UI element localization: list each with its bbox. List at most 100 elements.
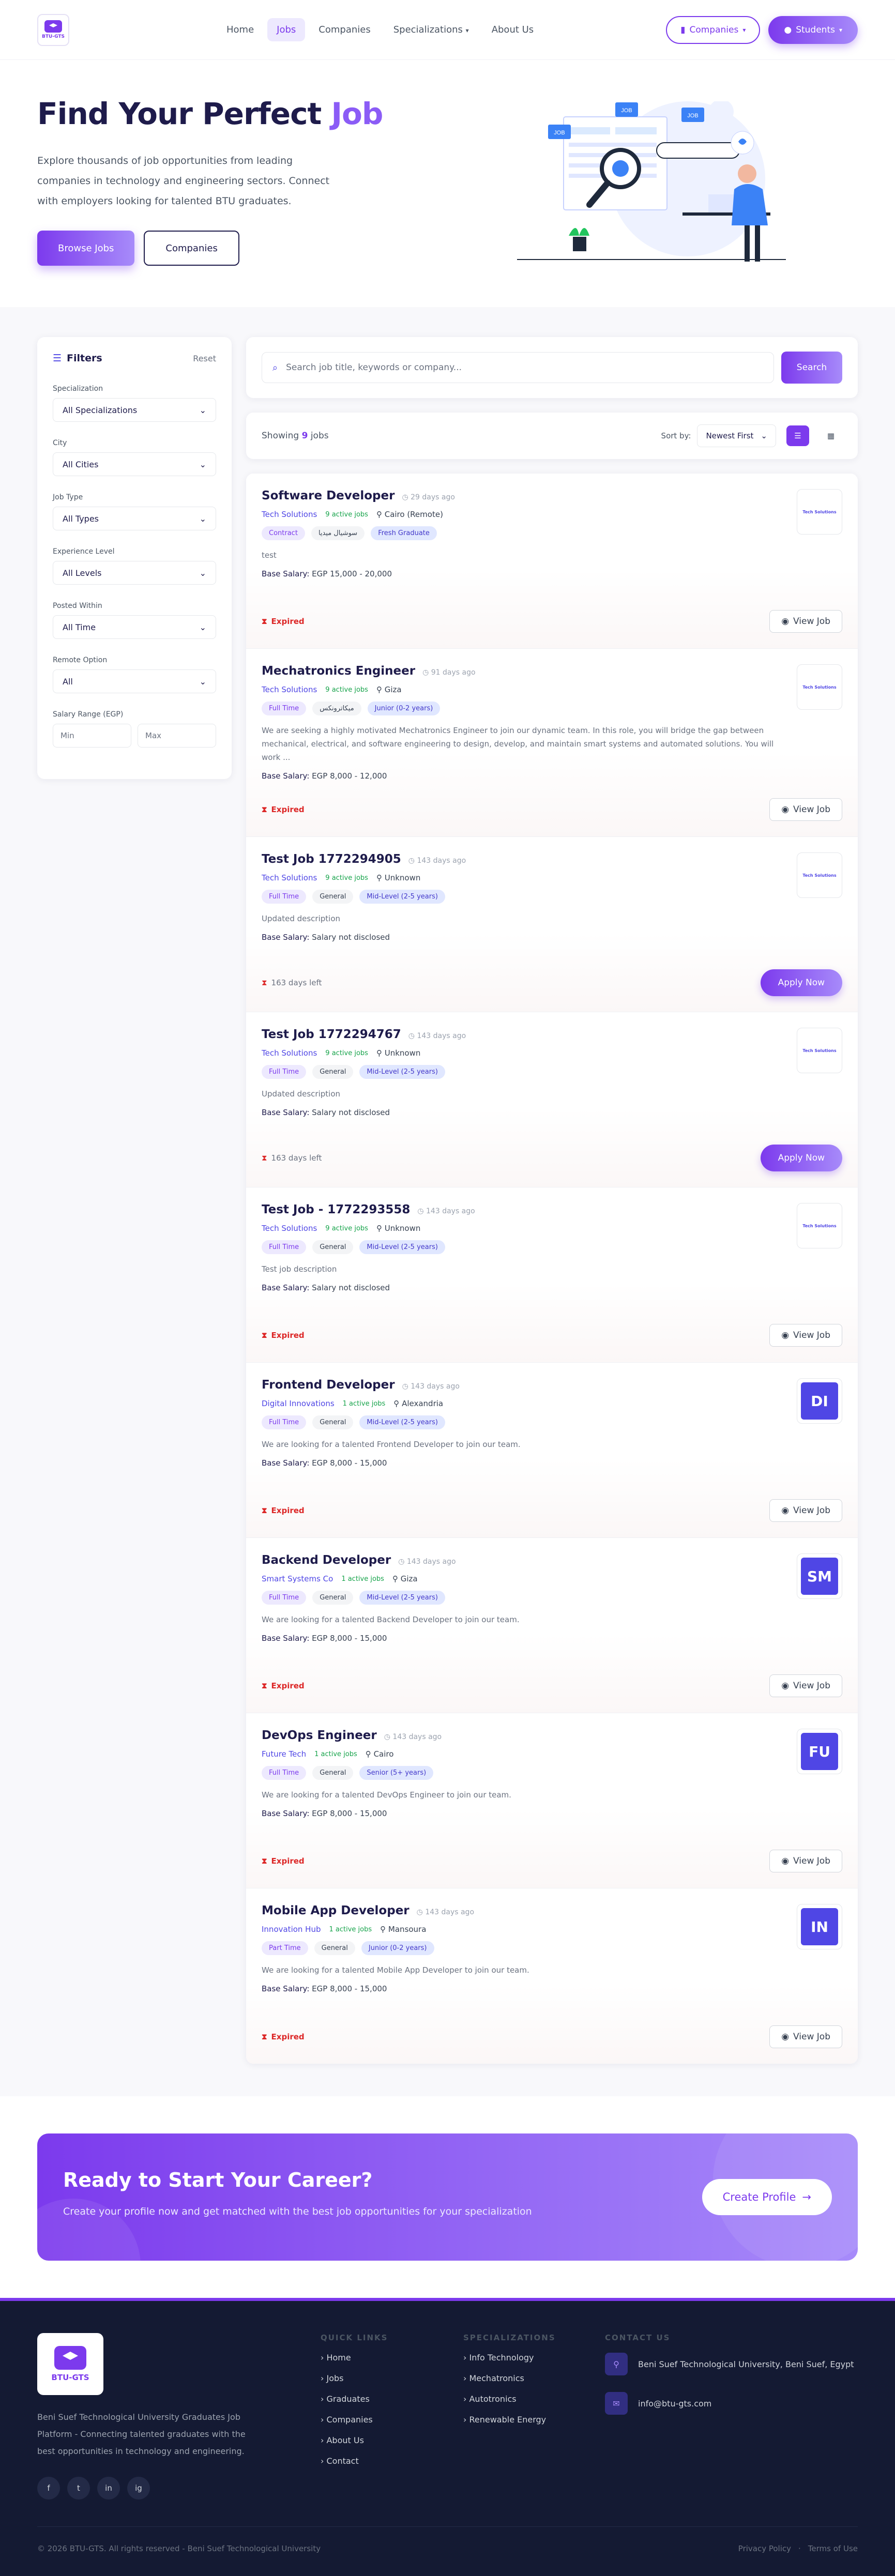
job-card[interactable]: Software Developer ◷ 29 days ago Tech Sol…: [246, 474, 858, 649]
create-profile-button[interactable]: Create Profile →: [702, 2179, 832, 2215]
search-button[interactable]: Search: [781, 352, 842, 384]
job-title[interactable]: Mechatronics Engineer: [262, 664, 415, 678]
job-tag-label-1: JOB: [554, 130, 565, 136]
experience-select[interactable]: All Levels ⌄: [53, 561, 216, 585]
job-title[interactable]: Test Job 1772294767: [262, 1028, 401, 1041]
job-title[interactable]: Software Developer: [262, 489, 395, 502]
footer-email[interactable]: info@btu-gts.com: [638, 2399, 711, 2409]
footer-link-companies[interactable]: › Companies: [321, 2415, 388, 2425]
job-status: ⧗ Expired: [262, 617, 305, 626]
companies-menu-button[interactable]: ▮ Companies ▾: [666, 16, 761, 44]
job-title[interactable]: Test Job - 1772293558: [262, 1203, 410, 1216]
footer-logo[interactable]: BTU-GTS: [37, 2333, 103, 2395]
company-initials: SM: [801, 1558, 838, 1595]
nav-link-home[interactable]: Home: [217, 18, 263, 41]
eye-icon: ◉: [781, 2032, 790, 2042]
apply-now-button[interactable]: Apply Now: [760, 969, 842, 996]
job-card[interactable]: DevOps Engineer ◷ 143 days ago Future Tec…: [246, 1713, 858, 1888]
filters-reset-button[interactable]: Reset: [193, 354, 216, 363]
eye-icon: ◉: [781, 804, 790, 815]
footer-spec-it[interactable]: › Info Technology: [463, 2353, 556, 2362]
job-type-select[interactable]: All Types ⌄: [53, 507, 216, 530]
hourglass-icon: ⧗: [262, 1506, 267, 1515]
linkedin-icon[interactable]: in: [97, 2477, 120, 2499]
job-company[interactable]: Innovation Hub: [262, 1925, 321, 1934]
view-job-button[interactable]: ◉ View Job: [769, 2025, 842, 2048]
job-company[interactable]: Tech Solutions: [262, 1224, 317, 1233]
view-job-button[interactable]: ◉ View Job: [769, 1499, 842, 1522]
job-title[interactable]: DevOps Engineer: [262, 1729, 377, 1742]
job-title[interactable]: Test Job 1772294905: [262, 852, 401, 866]
city-select[interactable]: All Cities ⌄: [53, 452, 216, 476]
grid-view-button[interactable]: ▦: [820, 425, 842, 446]
job-card[interactable]: Mechatronics Engineer ◷ 91 days ago Tech …: [246, 649, 858, 837]
salary-max-input[interactable]: Max: [138, 724, 216, 748]
terms-of-use-link[interactable]: Terms of Use: [808, 2544, 858, 2553]
filters-heading: ☰ Filters: [53, 353, 102, 364]
job-company[interactable]: Tech Solutions: [262, 1048, 317, 1058]
instagram-icon[interactable]: ig: [127, 2477, 150, 2499]
footer-link-graduates[interactable]: › Graduates: [321, 2394, 388, 2404]
footer-spec-autotronics[interactable]: › Autotronics: [463, 2394, 556, 2404]
salary-min-input[interactable]: Min: [53, 724, 131, 748]
job-status-text: 163 days left: [271, 978, 322, 987]
list-view-button[interactable]: ☰: [786, 425, 809, 446]
privacy-policy-link[interactable]: Privacy Policy: [738, 2544, 791, 2553]
company-logo: Tech Solutions: [797, 1028, 842, 1073]
job-title[interactable]: Frontend Developer: [262, 1378, 395, 1392]
nav-link-specializations[interactable]: Specializations ▾: [384, 18, 478, 41]
footer-link-home[interactable]: › Home: [321, 2353, 388, 2362]
job-card[interactable]: Test Job 1772294905 ◷ 143 days ago Tech S…: [246, 837, 858, 1012]
job-card[interactable]: Frontend Developer ◷ 143 days ago Digital…: [246, 1363, 858, 1538]
hourglass-icon: ⧗: [262, 805, 267, 814]
site-logo[interactable]: BTU-GTS: [37, 13, 69, 46]
job-type-tag: Full Time: [262, 1766, 307, 1780]
logo-text: BTU-GTS: [42, 34, 65, 39]
job-title[interactable]: Backend Developer: [262, 1553, 391, 1567]
job-company[interactable]: Digital Innovations: [262, 1399, 335, 1408]
nav-link-jobs[interactable]: Jobs: [267, 18, 306, 41]
job-level-tag: Senior (5+ years): [359, 1766, 434, 1780]
job-company[interactable]: Future Tech: [262, 1749, 306, 1759]
job-salary: Base Salary: EGP 8,000 - 15,000: [262, 1634, 842, 1643]
view-job-button[interactable]: ◉ View Job: [769, 610, 842, 633]
job-card[interactable]: Backend Developer ◷ 143 days ago Smart Sy…: [246, 1538, 858, 1713]
job-card[interactable]: Mobile App Developer ◷ 143 days ago Innov…: [246, 1888, 858, 2064]
salary-value: EGP 8,000 - 15,000: [312, 1458, 387, 1468]
students-menu-button[interactable]: ● Students ▾: [768, 16, 858, 44]
view-job-button[interactable]: ◉ View Job: [769, 1850, 842, 1872]
job-category-tag: General: [312, 1065, 354, 1079]
view-job-button[interactable]: ◉ View Job: [769, 1324, 842, 1347]
company-initials: FU: [801, 1733, 838, 1770]
footer-link-jobs[interactable]: › Jobs: [321, 2373, 388, 2383]
building-icon: ▮: [680, 24, 686, 35]
nav-link-companies[interactable]: Companies: [309, 18, 380, 41]
view-job-button[interactable]: ◉ View Job: [769, 1674, 842, 1697]
sort-select[interactable]: Newest First ⌄: [697, 424, 776, 447]
nav-link-about[interactable]: About Us: [482, 18, 543, 41]
job-company[interactable]: Tech Solutions: [262, 685, 317, 694]
job-company[interactable]: Smart Systems Co: [262, 1574, 333, 1583]
hero-companies-button[interactable]: Companies: [144, 231, 239, 266]
apply-now-button[interactable]: Apply Now: [760, 1145, 842, 1171]
footer-link-about[interactable]: › About Us: [321, 2435, 388, 2445]
specialization-select[interactable]: All Specializations ⌄: [53, 398, 216, 422]
search-card: ⌕ Search job title, keywords or company.…: [246, 337, 858, 398]
view-job-label: View Job: [793, 1330, 830, 1340]
job-card[interactable]: Test Job 1772294767 ◷ 143 days ago Tech S…: [246, 1012, 858, 1187]
remote-option-select[interactable]: All ⌄: [53, 669, 216, 693]
job-company[interactable]: Tech Solutions: [262, 873, 317, 882]
twitter-icon[interactable]: t: [67, 2477, 90, 2499]
footer-link-contact[interactable]: › Contact: [321, 2456, 388, 2466]
footer-specializations: SPECIALIZATIONS › Info Technology › Mech…: [463, 2333, 556, 2435]
posted-within-select[interactable]: All Time ⌄: [53, 615, 216, 639]
job-card[interactable]: Test Job - 1772293558 ◷ 143 days ago Tech…: [246, 1187, 858, 1363]
job-title[interactable]: Mobile App Developer: [262, 1904, 409, 1917]
footer-spec-mechatronics[interactable]: › Mechatronics: [463, 2373, 556, 2383]
footer-spec-renewable[interactable]: › Renewable Energy: [463, 2415, 556, 2425]
job-company[interactable]: Tech Solutions: [262, 510, 317, 519]
facebook-icon[interactable]: f: [37, 2477, 60, 2499]
view-job-button[interactable]: ◉ View Job: [769, 798, 842, 821]
browse-jobs-button[interactable]: Browse Jobs: [37, 231, 135, 266]
job-search-input[interactable]: ⌕ Search job title, keywords or company.…: [262, 352, 774, 383]
